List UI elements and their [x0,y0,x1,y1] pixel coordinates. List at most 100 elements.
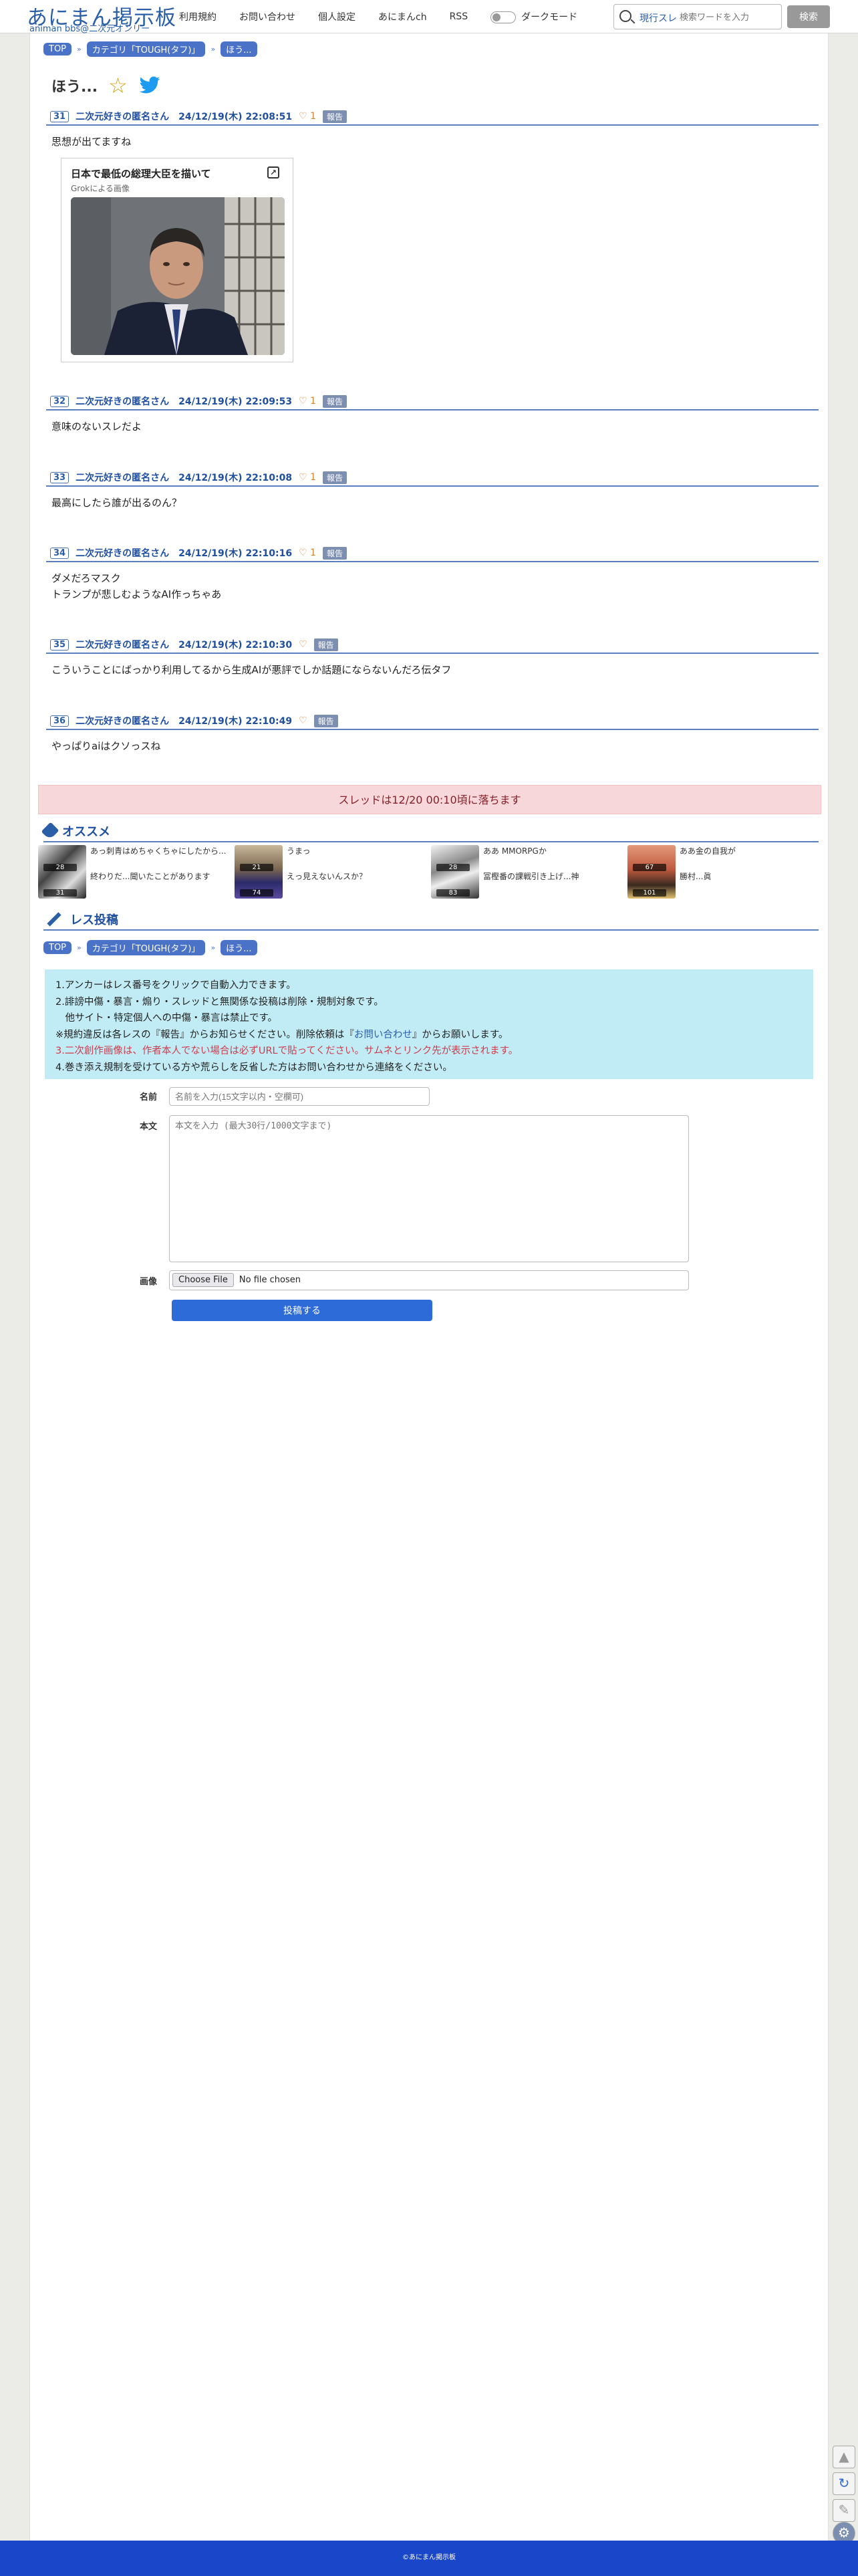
post-meta: 二次元好きの匿名さん 24/12/19(木) 22:10:49 [76,716,293,727]
report-button[interactable]: 報告 [323,471,347,484]
file-status: No file chosen [239,1275,301,1285]
expire-notice: スレッドは12/20 00:10頃に落ちます [38,785,821,814]
post-text: ダメだろマスク [51,572,121,584]
reply-heading: レス投稿 [43,911,819,931]
choose-file-button[interactable]: Choose File [172,1273,234,1287]
like-button[interactable]: ♡ 1 [299,396,316,406]
post-meta: 二次元好きの匿名さん 24/12/19(木) 22:10:16 [76,548,293,559]
breadcrumb-category[interactable]: カテゴリ「TOUGH(タフ)」 [86,940,206,955]
dark-mode-switch[interactable]: ダークモード [490,10,577,23]
post-35: 35 二次元好きの匿名さん 24/12/19(木) 22:10:30 ♡ 報告 … [46,636,819,686]
nav-contact[interactable]: お問い合わせ [239,10,295,23]
like-button[interactable]: ♡ 1 [299,472,316,483]
post-number[interactable]: 33 [50,471,69,483]
recommend-line2: 終わりだ...聞いたことがあります [90,872,210,881]
nav-rss[interactable]: RSS [450,11,468,22]
recommend-item[interactable]: 28 31 あっ刺青はめちゃくちゃにしたから... 終わりだ...聞いたことがあ… [38,845,232,899]
recommend-item[interactable]: 21 74 うまっ えっ見えないんスか？ [235,845,428,899]
post-body: やっぱりaiはクソっスね [46,730,819,762]
post-header: 34 二次元好きの匿名さん 24/12/19(木) 22:10:16 ♡ 1 報… [46,545,819,562]
breadcrumb-bottom: TOP » カテゴリ「TOUGH(タフ)」 » ほう... [43,940,257,955]
post-header: 32 二次元好きの匿名さん 24/12/19(木) 22:09:53 ♡ 1 報… [46,393,819,411]
rule-text: 』からお願いします。 [412,1029,509,1040]
post-number[interactable]: 36 [50,715,69,727]
pencil-icon[interactable]: ✎ [833,2499,855,2522]
site-logo[interactable]: あにまん掲示板 animan bbs@二次元オンリー [27,0,176,34]
twitter-icon[interactable] [138,76,161,95]
edit-icon[interactable]: ↗ [267,166,279,179]
rule-text: ※規約違反は各レスの『報告』からお知らせください。削除依頼は『 [55,1029,354,1040]
reply-count-top: 67 [633,864,666,871]
ai-card-subtitle: Grokによる画像 [71,184,130,193]
recommend-item[interactable]: 67 101 ああ金の自我が 勝村...眞 [627,845,821,899]
post-header: 36 二次元好きの匿名さん 24/12/19(木) 22:10:49 ♡ 報告 [46,713,819,730]
post-body: 意味のないスレだよ [46,411,819,443]
like-button[interactable]: ♡ [299,715,307,726]
chevron-right-icon: » [210,45,216,53]
post-text: 意味のないスレだよ [51,421,142,433]
rule-line: 2.誹謗中傷・暴言・煽り・スレッドと無関係な投稿は削除・規制対象です。 [55,996,384,1008]
scroll-top-button[interactable]: ▲ [833,2446,855,2468]
reply-count: 74 [240,889,273,897]
breadcrumb-top[interactable]: TOP [43,43,72,55]
report-button[interactable]: 報告 [313,638,338,651]
recommend-line1: うまっ [287,846,311,856]
post-meta: 二次元好きの匿名さん 24/12/19(木) 22:08:51 [76,112,293,122]
chevron-right-icon: » [77,45,82,53]
thumbnail-image: 28 31 [38,845,86,899]
name-field[interactable] [169,1087,430,1106]
post-number[interactable]: 31 [50,110,69,122]
like-button[interactable]: ♡ [299,639,307,650]
submit-button[interactable]: 投稿する [172,1300,432,1321]
breadcrumb-top[interactable]: TOP [43,941,72,954]
post-meta: 二次元好きの匿名さん 24/12/19(木) 22:10:30 [76,640,293,651]
recommend-heading: オススメ [41,822,819,842]
post-number[interactable]: 35 [50,638,69,651]
like-button[interactable]: ♡ 1 [299,548,316,558]
reply-count-top: 28 [43,864,77,871]
recommend-line1: ああ金の自我が [680,846,736,856]
post-header: 31 二次元好きの匿名さん 24/12/19(木) 22:08:51 ♡ 1 報… [46,108,819,126]
ai-image-card[interactable]: 日本で最低の総理大臣を描いて Grokによる画像 ↗ [61,158,293,362]
post-number[interactable]: 34 [50,547,69,559]
reply-count-top: 21 [240,864,273,871]
image-file-input[interactable]: Choose File No file chosen [169,1270,689,1290]
reply-count: 101 [633,889,666,897]
report-button[interactable]: 報告 [323,546,347,560]
nav-animanch[interactable]: あにまんch [378,10,427,23]
recommend-line2: えっ見えないんスか？ [287,872,368,881]
search-box: 現行スレ [613,4,782,29]
star-icon[interactable]: ☆ [108,75,128,96]
contact-link[interactable]: お問い合わせ [354,1030,412,1040]
post-body: こういうことにばっかり利用してるから生成AIが悪評でしか話題にならないんだろ伝タ… [46,654,819,686]
nav-settings[interactable]: 個人設定 [318,10,355,23]
nav-terms[interactable]: 利用規約 [179,10,217,23]
rule-line: 1.アンカーはレス番号をクリックで自動入力できます。 [55,980,296,991]
breadcrumb-thread[interactable]: ほう... [221,41,257,57]
chevron-right-icon: » [210,943,216,952]
report-button[interactable]: 報告 [323,394,347,408]
post-header: 35 二次元好きの匿名さん 24/12/19(木) 22:10:30 ♡ 報告 [46,636,819,654]
post-33: 33 二次元好きの匿名さん 24/12/19(木) 22:10:08 ♡ 1 報… [46,469,819,519]
refresh-button[interactable]: ↻ [833,2472,855,2495]
thread-header: ほう... ☆ [51,75,161,96]
ai-generated-image[interactable] [71,197,285,355]
like-button[interactable]: ♡ 1 [299,111,316,122]
posting-rules: 1.アンカーはレス番号をクリックで自動入力できます。 2.誹謗中傷・暴言・煽り・… [45,969,813,1079]
recommend-item[interactable]: 28 83 ああ MMORPGか 冨樫番の課戦引き上げ...神 [431,845,625,899]
toggle-icon[interactable] [490,11,517,23]
breadcrumb-category[interactable]: カテゴリ「TOUGH(タフ)」 [86,41,206,57]
report-button[interactable]: 報告 [313,714,338,727]
reply-count-top: 28 [436,864,470,871]
search-button[interactable]: 検索 [787,5,830,28]
report-button[interactable]: 報告 [323,110,347,123]
search-input[interactable] [680,9,778,25]
post-meta: 二次元好きの匿名さん 24/12/19(木) 22:09:53 [76,396,293,407]
breadcrumb-thread[interactable]: ほう... [221,940,257,955]
rule-text: 作者本人でない場合は必ずURLで貼ってください。サムネとリンク先が表示されます。 [142,1046,519,1056]
site-footer: ©あにまん掲示板 [0,2541,858,2576]
search-scope[interactable]: 現行スレ [639,11,677,25]
body-field[interactable] [169,1115,689,1262]
post-number[interactable]: 32 [50,395,69,407]
thread-title: ほう... [51,79,98,96]
